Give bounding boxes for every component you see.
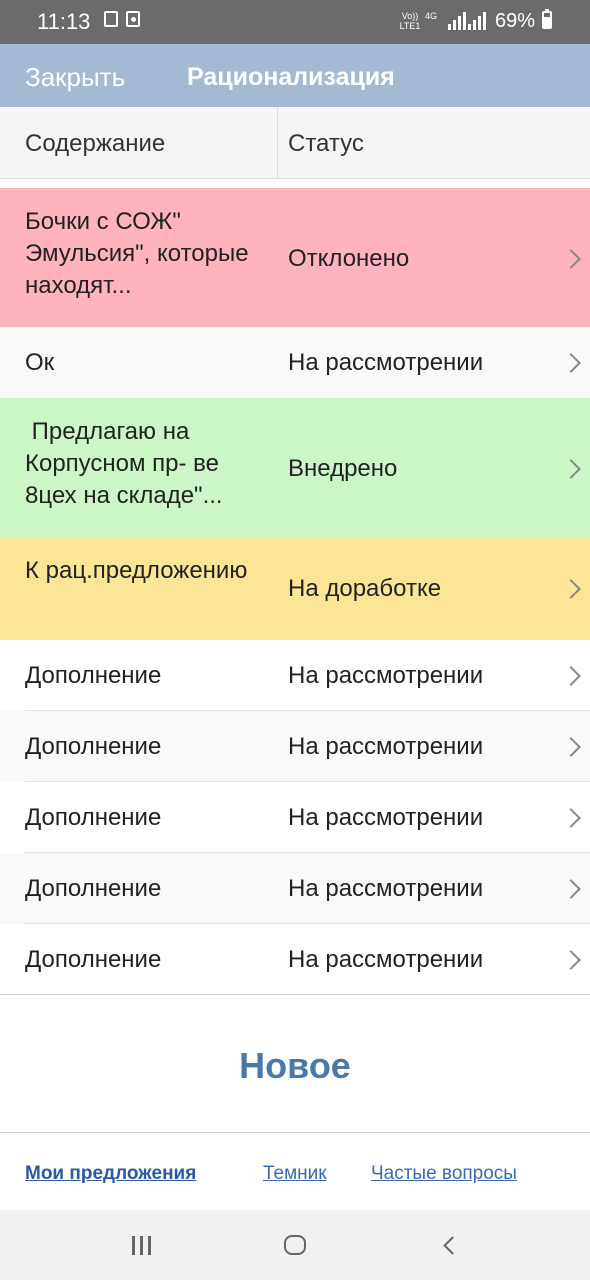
status-time: 11:13 xyxy=(37,9,91,34)
row-status: На рассмотрении xyxy=(288,349,484,376)
chevron-right-icon xyxy=(561,808,581,828)
signal-icon-1 xyxy=(448,12,466,30)
row-status: На рассмотрении xyxy=(288,662,484,689)
chevron-right-icon xyxy=(561,579,581,599)
table-row[interactable]: Дополнение На рассмотрении xyxy=(0,640,590,711)
column-divider xyxy=(277,107,278,178)
table-header: Содержание Статус xyxy=(0,107,590,179)
signal-icon-2 xyxy=(468,12,486,30)
table-row[interactable]: Дополнение На рассмотрении xyxy=(0,924,590,995)
status-bar: 11:13 Vo)) LTE1 4G 69% xyxy=(0,0,590,44)
row-content: К рац.предложению xyxy=(25,557,248,584)
table-row[interactable]: Предлагаю на Корпусном пр- ве 8цех на ск… xyxy=(0,398,590,537)
table-row[interactable]: Дополнение На рассмотрении xyxy=(0,853,590,924)
chevron-right-icon xyxy=(561,666,581,686)
row-status: Внедрено xyxy=(288,455,398,482)
system-nav-bar xyxy=(0,1210,590,1280)
table-row[interactable]: Ок На рассмотрении xyxy=(0,327,590,398)
column-header-status[interactable]: Статус xyxy=(288,130,364,158)
battery-percent: 69% xyxy=(495,10,536,32)
close-button[interactable]: Закрыть xyxy=(25,62,125,93)
table-row[interactable]: К рац.предложению На доработке xyxy=(0,537,590,640)
table-row[interactable]: Дополнение На рассмотрении xyxy=(0,711,590,782)
row-status: На рассмотрении xyxy=(288,733,484,760)
row-status: Отклонено xyxy=(288,245,410,272)
row-content: Ок xyxy=(25,349,55,376)
table-row[interactable]: Дополнение На рассмотрении xyxy=(0,782,590,853)
app-bar: Закрыть Рационализация xyxy=(0,44,590,107)
network-type-label: 4G xyxy=(425,11,438,21)
row-status: На рассмотрении xyxy=(288,946,484,973)
chevron-right-icon xyxy=(561,950,581,970)
battery-icon xyxy=(542,9,552,29)
chevron-right-icon xyxy=(561,737,581,757)
row-status: На рассмотрении xyxy=(288,804,484,831)
row-content: Дополнение xyxy=(25,875,162,902)
notification-doc-icon xyxy=(104,11,118,27)
page-title: Рационализация xyxy=(187,63,395,91)
proposals-list: Бочки с СОЖ" Эмульсия", которые находят.… xyxy=(0,188,590,995)
network-volte-label: Vo)) LTE1 xyxy=(399,11,421,31)
faq-link[interactable]: Частые вопросы xyxy=(371,1163,517,1185)
notification-icons xyxy=(104,11,140,27)
column-header-content[interactable]: Содержание xyxy=(25,130,165,158)
row-content: Дополнение xyxy=(25,946,162,973)
notification-camera-icon xyxy=(126,11,140,27)
row-content: Дополнение xyxy=(25,662,162,689)
row-status: На доработке xyxy=(288,575,442,602)
my-proposals-link[interactable]: Мои предложения xyxy=(25,1163,196,1185)
row-content: Дополнение xyxy=(25,733,162,760)
row-content: Бочки с СОЖ" Эмульсия", которые находят.… xyxy=(25,208,249,299)
recents-icon[interactable] xyxy=(132,1236,151,1255)
back-icon[interactable] xyxy=(443,1236,462,1255)
row-content: Предлагаю на Корпусном пр- ве 8цех на ск… xyxy=(25,418,226,509)
footer-links: Мои предложения Темник Частые вопросы xyxy=(0,1133,590,1210)
row-content: Дополнение xyxy=(25,804,162,831)
table-row[interactable]: Бочки с СОЖ" Эмульсия", которые находят.… xyxy=(0,188,590,327)
row-status: На рассмотрении xyxy=(288,875,484,902)
topics-link[interactable]: Темник xyxy=(263,1163,327,1185)
home-icon[interactable] xyxy=(284,1235,306,1255)
chevron-right-icon xyxy=(561,879,581,899)
chevron-right-icon xyxy=(561,249,581,269)
chevron-right-icon xyxy=(561,353,581,373)
chevron-right-icon xyxy=(561,459,581,479)
new-proposal-button[interactable]: Новое xyxy=(0,1030,590,1102)
